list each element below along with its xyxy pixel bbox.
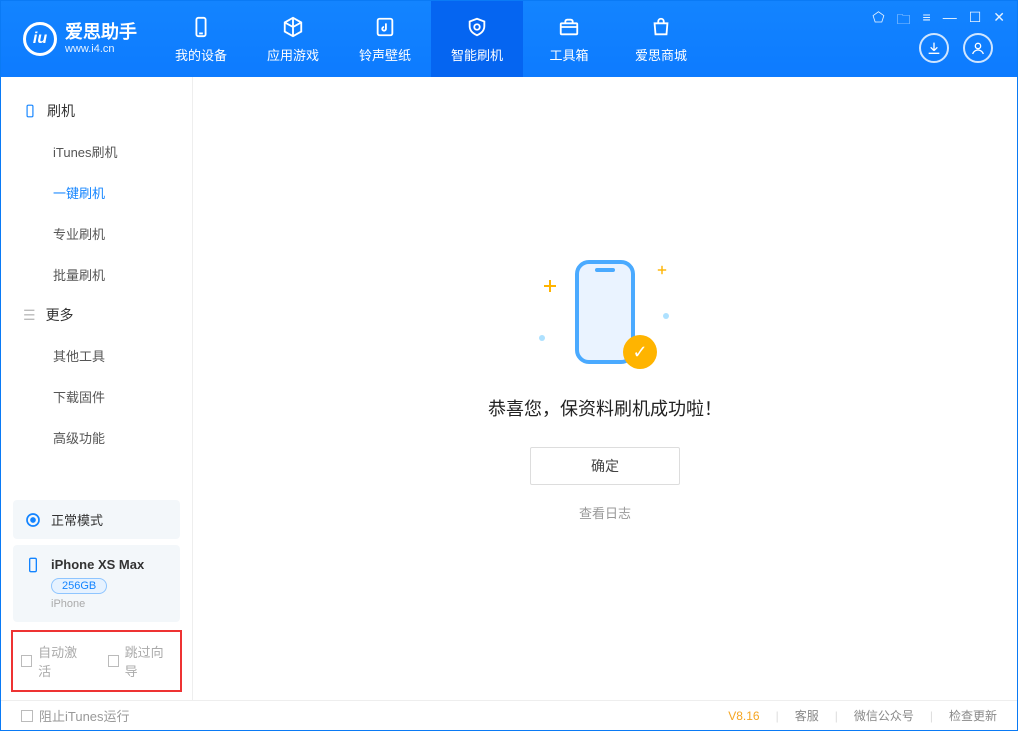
footer-link-update[interactable]: 检查更新 [949,707,997,724]
tshirt-icon[interactable]: ⬠ [872,9,884,33]
header: iu 爱思助手 www.i4.cn 我的设备 应用游戏 铃声壁纸 智能刷机 工具… [1,1,1017,77]
ok-button[interactable]: 确定 [530,447,680,485]
app-url: www.i4.cn [65,43,137,55]
footer-link-wechat[interactable]: 微信公众号 [854,707,914,724]
app-logo: iu 爱思助手 www.i4.cn [1,22,155,56]
sidebar-section-label: 刷机 [47,101,75,121]
device-icon [23,104,37,118]
sidebar-section-flash: 刷机 [1,91,192,131]
sidebar: 刷机 iTunes刷机 一键刷机 专业刷机 批量刷机 ☰ 更多 其他工具 下载固… [1,77,193,700]
titlebar-controls: ⬠ 🗀 ≡ — ☐ ✕ [872,9,1005,33]
sidebar-item-other-tools[interactable]: 其他工具 [1,335,192,376]
tab-label: 工具箱 [549,45,588,64]
music-card-icon [373,15,397,39]
checkbox-label: 阻止iTunes运行 [39,706,130,725]
tab-label: 爱思商城 [635,45,687,64]
tab-flash[interactable]: 智能刷机 [431,1,523,77]
sidebar-section-more: ☰ 更多 [1,295,192,335]
cube-icon [281,15,305,39]
bag-icon [649,15,673,39]
tab-my-device[interactable]: 我的设备 [155,1,247,77]
phone-icon [189,15,213,39]
highlighted-options: 自动激活 跳过向导 [11,630,182,692]
device-name: iPhone XS Max [51,557,144,572]
logo-icon: iu [23,22,57,56]
mode-card[interactable]: 正常模式 [13,500,180,539]
refresh-shield-icon [465,15,489,39]
checkbox-label: 跳过向导 [125,642,172,680]
sidebar-item-onekey-flash[interactable]: 一键刷机 [1,172,192,213]
checkbox-skip-guide[interactable]: 跳过向导 [108,642,173,680]
checkbox-label: 自动激活 [38,642,85,680]
check-badge-icon: ✓ [623,335,657,369]
sidebar-section-label: 更多 [46,305,74,325]
minimize-icon[interactable]: — [943,9,957,33]
body: 刷机 iTunes刷机 一键刷机 专业刷机 批量刷机 ☰ 更多 其他工具 下载固… [1,77,1017,700]
device-type: iPhone [51,598,144,610]
toolbox-icon [557,15,581,39]
user-button[interactable] [963,33,993,63]
phone-icon [25,557,41,573]
lock-icon[interactable]: 🗀 [897,9,911,33]
tab-label: 应用游戏 [267,45,319,64]
download-button[interactable] [919,33,949,63]
main-content: ✓ 恭喜您，保资料刷机成功啦！ 确定 查看日志 [193,77,1017,700]
tab-ringtones[interactable]: 铃声壁纸 [339,1,431,77]
tab-label: 铃声壁纸 [359,45,411,64]
sidebar-item-itunes-flash[interactable]: iTunes刷机 [1,131,192,172]
list-icon: ☰ [23,307,36,324]
main-tabs: 我的设备 应用游戏 铃声壁纸 智能刷机 工具箱 爱思商城 [155,1,707,77]
checkbox-auto-activate[interactable]: 自动激活 [21,642,86,680]
success-illustration: ✓ [545,255,665,375]
menu-icon[interactable]: ≡ [923,9,931,33]
tab-label: 智能刷机 [451,45,503,64]
maximize-icon[interactable]: ☐ [969,9,982,33]
sidebar-item-pro-flash[interactable]: 专业刷机 [1,213,192,254]
view-log-link[interactable]: 查看日志 [579,503,631,522]
tab-label: 我的设备 [175,45,227,64]
sidebar-item-batch-flash[interactable]: 批量刷机 [1,254,192,295]
tab-apps[interactable]: 应用游戏 [247,1,339,77]
mode-icon [25,512,41,528]
device-storage: 256GB [51,578,107,594]
close-icon[interactable]: ✕ [993,9,1005,33]
app-name: 爱思助手 [65,23,137,43]
success-message: 恭喜您，保资料刷机成功啦！ [488,395,722,421]
sidebar-item-download-firmware[interactable]: 下载固件 [1,376,192,417]
device-card[interactable]: iPhone XS Max 256GB iPhone [13,545,180,622]
tab-store[interactable]: 爱思商城 [615,1,707,77]
header-right-buttons [919,33,993,63]
sidebar-item-advanced[interactable]: 高级功能 [1,417,192,458]
mode-label: 正常模式 [51,510,103,529]
tab-toolbox[interactable]: 工具箱 [523,1,615,77]
checkbox-block-itunes[interactable]: 阻止iTunes运行 [21,706,130,725]
footer-link-support[interactable]: 客服 [795,707,819,724]
version-label: V8.16 [728,709,759,723]
footer: 阻止iTunes运行 V8.16 | 客服 | 微信公众号 | 检查更新 [1,700,1017,730]
